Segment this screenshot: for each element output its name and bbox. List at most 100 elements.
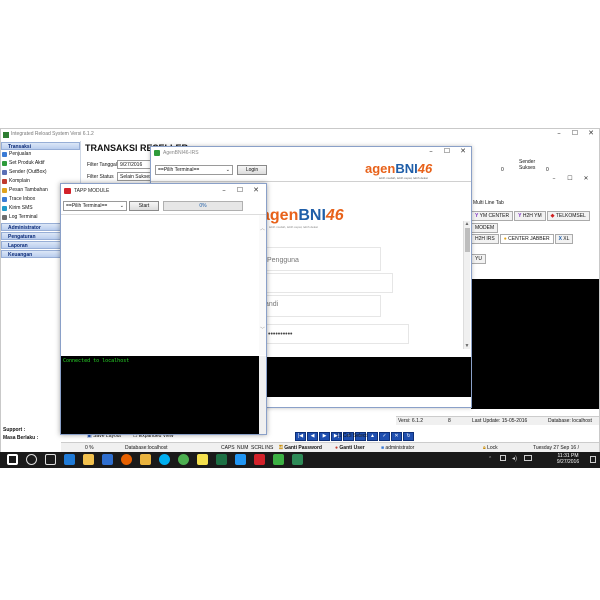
firefox-icon[interactable] (121, 454, 132, 465)
body-tagline: lebih mudah, lebih cepat, lebih dekat (269, 225, 318, 229)
agen-divider (151, 181, 471, 182)
password-input[interactable]: •••••••••• (265, 324, 409, 344)
folder-icon[interactable] (140, 454, 151, 465)
scroll-up-icon[interactable]: ▲ (464, 221, 470, 227)
agen-terminal-select[interactable]: ==Pilih Terminal== ⌄ (155, 165, 233, 175)
tapp-list-panel: ︿ ﹀ (61, 214, 266, 355)
nav-cancel-icon[interactable]: ✕ (391, 432, 402, 441)
nav-refresh-icon[interactable]: ↻ (403, 432, 414, 441)
status-bar: Versi: 6.1.2 8 Last Update: 15-05-2016 D… (396, 416, 599, 425)
xl-icon: X (558, 236, 562, 242)
keyboard-icon[interactable] (524, 455, 532, 461)
network-icon[interactable] (500, 455, 506, 461)
notification-icon[interactable] (590, 456, 596, 463)
excel-icon[interactable] (216, 454, 227, 465)
tapp-scrollbar[interactable]: ︿ ﹀ (259, 215, 266, 355)
sidebar-head-transaksi[interactable]: Transaksi (1, 142, 80, 150)
tapp-terminal-select[interactable]: ==Pilih Terminal== ⌄ (63, 201, 127, 211)
sidebar-item-sender[interactable]: Sender (OutBox) (1, 168, 80, 177)
inner-maximize-icon[interactable]: ☐ (562, 175, 578, 182)
message-icon (2, 188, 7, 193)
tapp-close-icon[interactable]: ✕ (248, 186, 264, 194)
login-button[interactable]: Login (237, 165, 267, 175)
cell-select-checkbox[interactable]: ☐ Cell Select (337, 431, 367, 441)
agen-close-icon[interactable]: ✕ (455, 147, 471, 155)
start-button[interactable]: Start (129, 201, 159, 211)
tapp-maximize-icon[interactable]: ☐ (232, 186, 248, 194)
password-field[interactable] (263, 295, 381, 317)
bottom-status: 0 % Database:localhost CAPS NUM SCRL INS… (61, 442, 599, 461)
stats-val-a: 0 (501, 167, 504, 173)
tray-up-icon[interactable]: ⌃ (488, 456, 492, 462)
sidebar-item-penjualan[interactable]: Penjualan (1, 150, 80, 159)
tab-telkomsel[interactable]: ◆ TELKOMSEL (546, 211, 590, 221)
skype-icon[interactable] (159, 454, 170, 465)
volume-icon[interactable]: ◂) (512, 455, 517, 462)
app-icon[interactable] (235, 454, 246, 465)
task-view-icon[interactable] (45, 454, 56, 465)
inner-minimize-icon[interactable]: – (546, 175, 562, 182)
tab-xl[interactable]: X XL (554, 234, 574, 244)
shield-icon[interactable] (292, 454, 303, 465)
tapp-app-icon (64, 188, 71, 194)
agen-window-controls: – ☐ ✕ (423, 147, 471, 155)
maximize-icon[interactable]: ☐ (567, 129, 583, 137)
tab-yu[interactable]: YU (471, 254, 486, 264)
main-title-bar: Integrated Reload System Versi 6.1.2 – ☐ ✕ (1, 129, 599, 141)
file-explorer-icon[interactable] (83, 454, 94, 465)
tapp-window: TAPP MODULE – ☐ ✕ ==Pilih Terminal== ⌄ Star… (60, 183, 267, 435)
ym-icon: Y (475, 213, 479, 219)
sticky-notes-icon[interactable] (197, 454, 208, 465)
outbox-icon (2, 170, 7, 175)
tapp-scroll-down-icon[interactable]: ﹀ (259, 326, 266, 333)
tapp-progress-text: 0% (199, 203, 207, 209)
complaint-icon (2, 179, 7, 184)
scroll-thumb[interactable] (464, 228, 470, 252)
agen-title: AgenBNI46-IRS (163, 150, 199, 156)
nav-save-icon[interactable]: ✓ (379, 432, 390, 441)
nav-prev-icon[interactable]: ◀ (307, 432, 318, 441)
tapp-scroll-up-icon[interactable]: ︿ (259, 225, 266, 232)
tapp-log-scrollbar[interactable] (259, 356, 266, 434)
tab-center-jabber[interactable]: ● CENTER JABBER (499, 234, 554, 244)
inbox-icon (2, 197, 7, 202)
tapp-title-bar: TAPP MODULE – ☐ ✕ (61, 184, 266, 198)
multi-line-tab-label: Multi Line Tab (473, 200, 504, 206)
agen-minimize-icon[interactable]: – (423, 147, 439, 155)
nav-edit-icon[interactable]: ▲ (367, 432, 378, 441)
nav-next-icon[interactable]: ▶ (319, 432, 330, 441)
edge-icon[interactable] (64, 454, 75, 465)
tab-h2h-ym[interactable]: Y H2H YM (514, 211, 546, 221)
tab-ym-center[interactable]: Y YM CENTER (471, 211, 514, 221)
nav-first-icon[interactable]: |◀ (295, 432, 306, 441)
tab-h2h-irs[interactable]: H2H IRS (471, 234, 499, 244)
agen-scrollbar[interactable]: ▲ ▼ (463, 221, 470, 349)
username-field[interactable] (263, 247, 381, 271)
agen-maximize-icon[interactable]: ☐ (439, 147, 455, 155)
app-icon (3, 132, 9, 138)
taskbar-clock[interactable]: 11:31 PM 9/27/2016 (548, 453, 588, 465)
tapp-icon[interactable] (254, 454, 265, 465)
status-database: Database: localhost (548, 418, 592, 424)
check-icon (2, 161, 7, 166)
search-icon[interactable] (26, 454, 37, 465)
agen-tagline: lebih mudah, lebih cepat, lebih dekat (379, 176, 428, 180)
username-field-2[interactable] (263, 273, 393, 293)
chevron-down-icon: ⌄ (225, 167, 230, 173)
telkomsel-icon: ◆ (550, 213, 555, 219)
tapp-minimize-icon[interactable]: – (216, 186, 232, 194)
settings-icon[interactable] (273, 454, 284, 465)
minimize-icon[interactable]: – (551, 129, 567, 137)
tapp-progress-bar: 0% (163, 201, 243, 211)
windows-start-icon[interactable] (7, 454, 18, 465)
status-versi: Versi: 6.1.2 (398, 418, 424, 424)
scroll-down-icon[interactable]: ▼ (464, 343, 470, 349)
sidebar-item-set-produk[interactable]: Set Produk Aktif (1, 159, 80, 168)
store-icon[interactable] (102, 454, 113, 465)
chrome-icon[interactable] (178, 454, 189, 465)
close-icon[interactable]: ✕ (583, 129, 599, 137)
tapp-log-console: Connected to localhost (61, 356, 259, 434)
status-last-update: Last Update: 15-05-2016 (472, 418, 528, 424)
inner-close-icon[interactable]: ✕ (578, 175, 594, 182)
tab-modem[interactable]: MODEM (471, 223, 499, 233)
